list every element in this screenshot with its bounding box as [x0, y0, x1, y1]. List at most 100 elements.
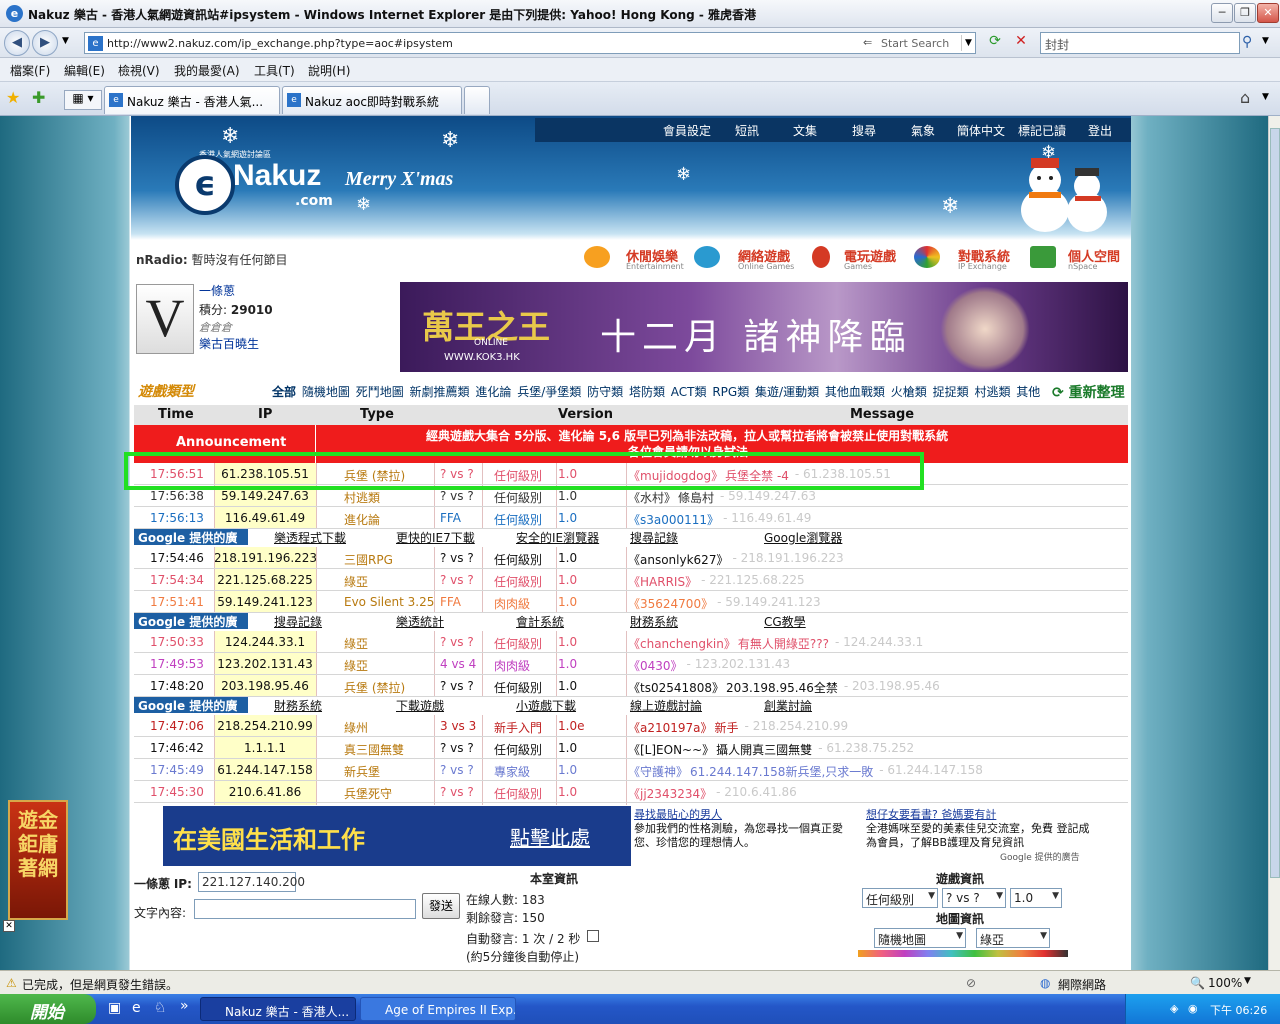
bottom-banner-ad[interactable]: 在美國生活和工作 點擊此處: [163, 806, 631, 866]
row-user[interactable]: 《chanchengkin》: [628, 635, 736, 652]
home-dropdown-icon[interactable]: ▼: [1262, 92, 1269, 102]
filter-catch[interactable]: 捉捉類: [933, 385, 969, 399]
nav-mark-read[interactable]: 標記已讀: [1018, 122, 1066, 139]
user-group-link[interactable]: 樂古百曉生: [199, 335, 259, 352]
favorites-star-icon[interactable]: ★: [6, 88, 20, 107]
google-ad-2-title[interactable]: 想仔女要看書? 爸媽要有計: [866, 808, 996, 821]
filter-all[interactable]: 全部: [272, 385, 296, 399]
google-ad-1[interactable]: 尋找最貼心的男人 參加我們的性格測驗，為您尋找一個真正愛您、珍惜您的理想情人。: [634, 808, 858, 850]
filter-other-battle[interactable]: 其他血戰類: [825, 385, 885, 399]
nav-articles[interactable]: 文集: [793, 122, 817, 139]
table-row[interactable]: 17:51:41 59.149.241.123 Evo Silent 3.25 FFA…: [134, 591, 1128, 613]
quicklaunch-app-icon[interactable]: ♘: [154, 1000, 167, 1016]
filter-rpg[interactable]: RPG類: [712, 385, 749, 399]
nav-search[interactable]: 搜尋: [852, 122, 876, 139]
filter-village-escape[interactable]: 村逃類: [974, 385, 1010, 399]
tray-icon[interactable]: ◉: [1188, 1002, 1198, 1015]
task-nakuz[interactable]: Nakuz 樂古 - 香港人...: [200, 997, 356, 1021]
home-icon[interactable]: ⌂: [1240, 88, 1250, 107]
map-select[interactable]: 隨機地圖: [874, 928, 966, 948]
filter-new-scenario[interactable]: 新劇推薦類: [410, 385, 470, 399]
table-row[interactable]: 17:47:06 218.254.210.99 綠州 3 vs 3 新手入門 1.0e 《a…: [134, 715, 1128, 737]
row-user[interactable]: 《守護神》: [628, 763, 688, 780]
row-user[interactable]: 《s3a000111》: [628, 511, 719, 528]
row-user[interactable]: 《HARRIS》: [628, 573, 697, 590]
table-row[interactable]: 17:50:33 124.244.33.1 綠亞 ? vs ? 任何級別 1.0 《chan…: [134, 631, 1128, 653]
filter-defense[interactable]: 防守類: [587, 385, 623, 399]
nav-logout[interactable]: 登出: [1088, 122, 1112, 139]
filter-gun[interactable]: 火槍類: [891, 385, 927, 399]
quicklaunch-ie-icon[interactable]: e: [132, 1000, 141, 1016]
table-row[interactable]: 17:45:1761.238.80.118綠亞? vs ?任何級別1.0《and…: [134, 803, 1128, 805]
refresh-button[interactable]: ⟳ 重新整理: [1052, 382, 1125, 402]
ip-field[interactable]: 221.127.140.200: [198, 872, 305, 892]
ad-link[interactable]: CG教學: [764, 613, 806, 630]
forward-icon[interactable]: ▶: [32, 30, 58, 56]
menu-favorites[interactable]: 我的最愛(A): [174, 62, 240, 79]
zoom-icon[interactable]: 🔍: [1190, 976, 1205, 990]
row-user[interactable]: 《ts02541808》: [628, 679, 724, 696]
privacy-icon[interactable]: ⊘: [966, 976, 976, 990]
stop-icon[interactable]: ✕: [1010, 33, 1032, 53]
back-icon[interactable]: ◀: [4, 30, 30, 56]
row-user[interactable]: 《jj2343234》: [628, 785, 712, 802]
ad-link[interactable]: 樂透程式下載: [274, 529, 346, 546]
filter-random-map[interactable]: 隨機地圖: [302, 385, 350, 399]
quicklaunch-more-icon[interactable]: »: [180, 998, 189, 1014]
table-row[interactable]: 17:45:30 210.6.41.86 兵堡死守 ? vs ? 任何級別 1.0 《jj2…: [134, 781, 1128, 803]
new-tab-button[interactable]: [464, 86, 490, 114]
url-field[interactable]: e http://www2.nakuz.com/ip_exchange.php?…: [84, 32, 976, 54]
search-icon[interactable]: ⚲: [1242, 34, 1252, 50]
start-button[interactable]: 開始: [0, 994, 96, 1024]
url-dropdown-icon[interactable]: ▼: [961, 35, 975, 51]
table-row[interactable]: 17:56:13 116.49.61.49 進化論 FFA 任何級別 1.0 《s3a000…: [134, 507, 1128, 529]
google-ad-1-title[interactable]: 尋找最貼心的男人: [634, 808, 722, 821]
clock[interactable]: 下午 06:26: [1210, 1002, 1267, 1018]
start-search-label[interactable]: Start Search: [881, 37, 949, 50]
zoom-dropdown-icon[interactable]: ▼: [1244, 976, 1251, 986]
quick-tabs-icon[interactable]: ▦ ▾: [64, 90, 102, 110]
vs-select[interactable]: ? vs ?: [942, 888, 1006, 908]
avatar[interactable]: V: [136, 284, 194, 354]
ad-link[interactable]: 會計系統: [516, 613, 564, 630]
maximize-button[interactable]: ❐: [1234, 3, 1256, 23]
refresh-icon[interactable]: ⟳: [984, 33, 1006, 53]
filter-other[interactable]: 其他: [1016, 385, 1040, 399]
ad-link[interactable]: 下載遊戲: [396, 697, 444, 714]
ad-link[interactable]: 搜尋記錄: [630, 529, 678, 546]
tab-aoc[interactable]: e Nakuz aoc即時對戰系統: [282, 86, 462, 114]
ad-link[interactable]: 搜尋記錄: [274, 613, 322, 630]
google-ad-2[interactable]: 想仔女要看書? 爸媽要有計 全港媽咪至愛的美素佳兒交流室，免費 登記成為會員，了解…: [866, 808, 1100, 850]
table-row[interactable]: 17:49:53 123.202.131.43 綠亞 4 vs 4 肉肉級 1.0 《043…: [134, 653, 1128, 675]
ad-link[interactable]: 財務系統: [274, 697, 322, 714]
ad-link[interactable]: 安全的IE瀏覽器: [516, 529, 599, 546]
row-user[interactable]: 《35624700》: [628, 595, 713, 612]
filter-sports[interactable]: 集遊/運動類: [755, 385, 819, 399]
zoom-level[interactable]: 100%: [1208, 976, 1242, 990]
tab-nakuz[interactable]: e Nakuz 樂古 - 香港人氣...: [104, 86, 280, 114]
filter-deathmatch[interactable]: 死鬥地圖: [356, 385, 404, 399]
nav-messages[interactable]: 短訊: [735, 122, 759, 139]
row-user[interactable]: 《水村》: [628, 489, 676, 506]
scroll-thumb[interactable]: [1270, 128, 1280, 878]
filter-evolution[interactable]: 進化論: [475, 385, 511, 399]
history-dropdown-icon[interactable]: ▼: [62, 36, 69, 46]
message-input[interactable]: [194, 899, 416, 919]
color-palette[interactable]: [858, 950, 1068, 957]
filter-castle[interactable]: 兵堡/爭堡類: [517, 385, 581, 399]
menu-help[interactable]: 說明(H): [308, 62, 350, 79]
menu-view[interactable]: 檢視(V): [118, 62, 160, 79]
table-row[interactable]: 17:46:42 1.1.1.1 真三國無雙 ? vs ? 任何級別 1.0 《[L]EON…: [134, 737, 1128, 759]
warning-icon[interactable]: ⚠: [6, 976, 17, 990]
ad-link[interactable]: 樂透統計: [396, 613, 444, 630]
ad-link[interactable]: 財務系統: [630, 613, 678, 630]
menu-tools[interactable]: 工具(T): [254, 62, 295, 79]
ad-link[interactable]: Google瀏覽器: [764, 529, 842, 546]
ad-link[interactable]: 更快的IE7下載: [396, 529, 475, 546]
send-button[interactable]: 發送: [422, 893, 460, 919]
nav-weather[interactable]: 氣象: [911, 122, 935, 139]
ad-link[interactable]: 線上遊戲討論: [630, 697, 702, 714]
row-user[interactable]: 《[L]EON~~》: [628, 741, 714, 758]
filter-tower-defense[interactable]: 塔防類: [629, 385, 665, 399]
quicklaunch-desktop-icon[interactable]: ▣: [108, 1000, 121, 1016]
